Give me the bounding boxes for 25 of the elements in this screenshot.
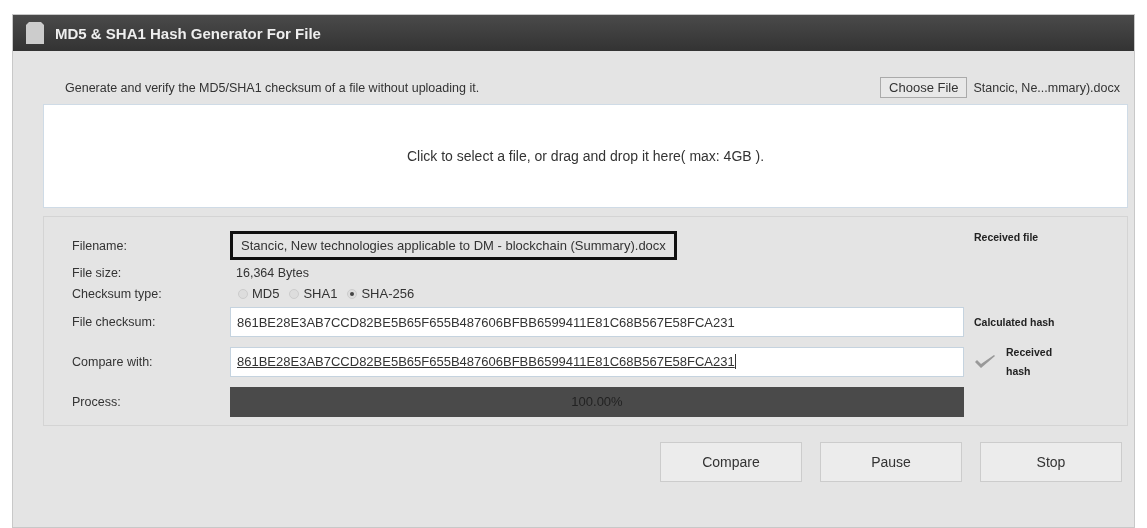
- filename-value: Stancic, New technologies applicable to DM - blockchain (Summary).docx: [230, 231, 677, 260]
- compare-with-label: Compare with:: [72, 354, 154, 369]
- file-size-value: 16,364 Bytes: [235, 266, 310, 280]
- action-button[interactable]: Stop: [980, 441, 1122, 482]
- file-size-label: File size:: [72, 266, 123, 280]
- annotation: Received hash: [1006, 345, 1054, 379]
- compare-field[interactable]: 861BE28E3AB7CCD82BE5B65F655B487606BFBB6599411E81C68B567E58FCA231: [230, 346, 964, 377]
- action-button[interactable]: Compare: [660, 441, 802, 482]
- annotation: Received file: [973, 231, 1040, 243]
- filename-label: Filename:: [72, 238, 128, 253]
- checksum-type-label: Checksum type:: [72, 286, 163, 301]
- file-checksum-label: File checksum:: [72, 315, 157, 329]
- intro-text: Generate and verify the MD5/SHA1 checksum of a file without uploading it.: [65, 80, 480, 95]
- annotation: Calculated hash: [973, 316, 1056, 328]
- radio-option[interactable]: SHA1: [289, 286, 338, 301]
- app-icon: [25, 21, 45, 45]
- radio-option[interactable]: SHA-256: [347, 286, 415, 301]
- chosen-filename: Stancic, Ne...mmary).docx: [973, 80, 1120, 95]
- radio-option[interactable]: MD5: [238, 286, 280, 301]
- process-label: Process:: [72, 394, 122, 409]
- drop-zone[interactable]: Click to select a file, or drag and drop it here( max: 4GB ).: [43, 104, 1128, 208]
- window-title: MD5 & SHA1 Hash Generator For File: [55, 24, 321, 42]
- choose-file-button[interactable]: Choose File: [880, 77, 968, 98]
- checksum-field[interactable]: 861BE28E3AB7CCD82BE5B65F655B487606BFBB6599411E81C68B567E58FCA231: [230, 307, 964, 337]
- action-button[interactable]: Pause: [820, 441, 962, 482]
